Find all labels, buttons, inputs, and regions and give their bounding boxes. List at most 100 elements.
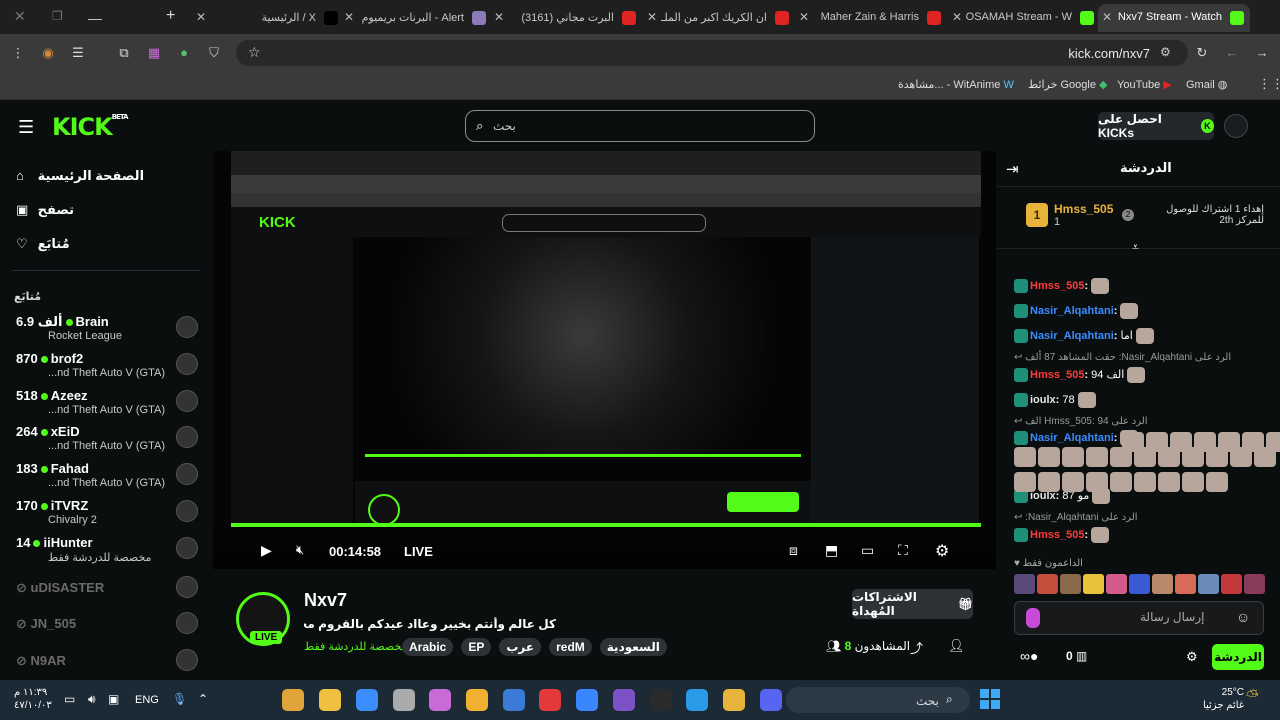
share-icon[interactable]: ⤴ bbox=[910, 638, 923, 657]
mic-icon[interactable] bbox=[1026, 608, 1040, 628]
home-nav[interactable]: ⌂ الصفحة الرئيسية bbox=[16, 168, 144, 184]
mini-player-button[interactable]: ▭ bbox=[861, 542, 874, 559]
search-input[interactable] bbox=[465, 110, 815, 142]
address-bar[interactable] bbox=[236, 40, 1188, 66]
vs-icon[interactable] bbox=[613, 689, 635, 711]
theater-mode-button[interactable]: ⬒ bbox=[825, 542, 838, 559]
dropbox-icon[interactable] bbox=[576, 689, 598, 711]
back-icon[interactable]: → bbox=[1254, 45, 1270, 61]
supporter-avatar[interactable] bbox=[1106, 574, 1127, 594]
bookmark-gmail[interactable]: Gmail ◍ bbox=[1186, 78, 1227, 91]
window-close-button[interactable]: ✕ bbox=[14, 8, 26, 25]
extension-shield-icon[interactable]: ⛉ bbox=[206, 45, 222, 61]
bookmark-star-icon[interactable]: ☆ bbox=[248, 44, 261, 61]
follow-user-icon[interactable]: 👤︎ bbox=[948, 638, 965, 654]
tab-search-icon[interactable]: ☰ bbox=[70, 45, 86, 61]
supporter-avatar[interactable] bbox=[1060, 574, 1081, 594]
mic-taskbar-icon[interactable]: 🎙︎ bbox=[172, 692, 187, 706]
browser-tab[interactable]: ✕ Nxv7 Stream - Watch bbox=[1098, 4, 1250, 32]
get-kicks-button[interactable]: احصل على KICKs K bbox=[1098, 112, 1214, 140]
chat-input[interactable] bbox=[1014, 601, 1264, 635]
clock[interactable]: ١١:٣٩ م ٤٧/١٠/٠٣ bbox=[14, 686, 52, 712]
network-icon[interactable]: ▣ bbox=[108, 692, 119, 706]
supporter-avatar[interactable] bbox=[1037, 574, 1058, 594]
stream-category[interactable]: مخصصة للدردشة فقط bbox=[304, 640, 407, 653]
supporter-avatar[interactable] bbox=[1129, 574, 1150, 594]
tray-overflow-icon[interactable]: ⌃ bbox=[198, 692, 208, 706]
app-grey-icon[interactable] bbox=[393, 689, 415, 711]
forward-icon[interactable]: ← bbox=[1224, 45, 1240, 61]
following-nav[interactable]: ♡ مُتابَع bbox=[16, 236, 70, 252]
browser-tab[interactable]: ✕ البرنات بريميوم - Alert bbox=[340, 4, 492, 32]
anydesk-icon[interactable] bbox=[539, 689, 561, 711]
kick-points[interactable]: 0 ▥ bbox=[1066, 649, 1087, 663]
supporter-avatar[interactable] bbox=[1083, 574, 1104, 594]
menu-dots-icon[interactable]: ⋮ bbox=[10, 45, 26, 61]
battery-icon[interactable]: ▭ bbox=[64, 692, 75, 706]
store-bag-icon[interactable] bbox=[466, 689, 488, 711]
extension-green-icon[interactable]: ● bbox=[176, 45, 192, 61]
chat-message[interactable]: Hmss_505: 94 الف bbox=[1014, 367, 1146, 383]
browser-tab[interactable]: ✕ الرئيسية / X bbox=[192, 4, 344, 32]
reload-icon[interactable]: ↻ bbox=[1194, 45, 1210, 61]
chat-message[interactable]: Nasir_Alqahtani: bbox=[1014, 303, 1139, 319]
top-gifter[interactable]: 1 Hmss_505 1 bbox=[1026, 202, 1113, 228]
stream-tag[interactable]: Arabic bbox=[402, 638, 454, 656]
supporter-avatar[interactable] bbox=[1198, 574, 1219, 594]
play-button[interactable]: ▶ bbox=[261, 542, 272, 559]
copilot-icon[interactable] bbox=[429, 689, 451, 711]
bookmark-maps[interactable]: خرائط Google ◆ bbox=[1028, 78, 1108, 91]
supporter-avatar[interactable] bbox=[1175, 574, 1196, 594]
emoji-icon[interactable]: ☺ bbox=[1236, 609, 1250, 625]
search-icon[interactable]: ⌕ bbox=[476, 118, 483, 134]
supporter-avatar[interactable] bbox=[1221, 574, 1242, 594]
epic-games-icon[interactable] bbox=[650, 689, 672, 711]
site-settings-icon[interactable]: ⚙ bbox=[1160, 45, 1171, 59]
browser-tab[interactable]: ✕ ان الكريك اكبر من الملـ bbox=[643, 4, 795, 32]
store-icon[interactable] bbox=[356, 689, 378, 711]
collapse-chat-icon[interactable]: ⇥ bbox=[1006, 160, 1019, 178]
kick-logo[interactable]: KICKBETA bbox=[52, 113, 129, 141]
app-yellow-icon[interactable] bbox=[319, 689, 341, 711]
mute-button[interactable]: 🔇︎ bbox=[296, 542, 304, 558]
supporter-avatar[interactable] bbox=[1244, 574, 1265, 594]
hamburger-menu-icon[interactable]: ☰ bbox=[18, 117, 34, 138]
chrome-icon[interactable] bbox=[723, 689, 745, 711]
chat-message[interactable]: ioulx: 78 bbox=[1014, 392, 1096, 408]
channel-name[interactable]: Nxv7 bbox=[304, 590, 347, 611]
profile-avatar-icon[interactable]: ◉ bbox=[40, 45, 56, 61]
settings-gear-icon[interactable]: ⚙ bbox=[935, 541, 949, 561]
user-avatar[interactable] bbox=[1224, 114, 1248, 138]
chat-settings-icon[interactable]: ⚙ bbox=[1186, 649, 1198, 665]
outlook-icon[interactable] bbox=[503, 689, 525, 711]
browser-tab[interactable]: ✕ (3161) البرت مجاني bbox=[490, 4, 642, 32]
weather-widget[interactable]: 25°C غائم جزئيا bbox=[1203, 686, 1244, 712]
chat-send-button[interactable]: الدردشة bbox=[1212, 644, 1264, 670]
minimize-button[interactable]: — bbox=[88, 10, 102, 26]
discord-icon[interactable] bbox=[760, 689, 782, 711]
supporter-avatar[interactable] bbox=[1152, 574, 1173, 594]
browse-nav[interactable]: ▣ تصفح bbox=[16, 202, 74, 218]
chat-message[interactable]: Nasir_Alqahtani: اما bbox=[1014, 328, 1154, 344]
fullscreen-button[interactable]: ⛶ bbox=[898, 542, 908, 559]
browser-tab[interactable]: ✕ OSAMAH Stream - W bbox=[948, 4, 1100, 32]
windows-start-icon[interactable] bbox=[980, 689, 1000, 709]
bookmark-witanime[interactable]: مشاهدة... - WitAnime W bbox=[898, 78, 1014, 91]
expand-pinned-icon[interactable]: ⩡ bbox=[1132, 240, 1139, 255]
chat-message[interactable]: Hmss_505: bbox=[1014, 278, 1110, 294]
extension-puzzle-icon[interactable]: ⧉ bbox=[116, 45, 132, 61]
gift-subs-button[interactable]: الاشتراكات المُهداة 🎁︎ bbox=[852, 589, 973, 619]
new-tab-button[interactable]: + bbox=[166, 7, 175, 25]
stream-tag[interactable]: redM bbox=[549, 638, 592, 656]
stream-tag[interactable]: EP bbox=[461, 638, 492, 656]
chat-message[interactable]: Hmss_505: bbox=[1014, 527, 1110, 543]
browser-tab[interactable]: ✕ Maher Zain & Harris bbox=[795, 4, 947, 32]
app-mgmt-icon[interactable] bbox=[282, 689, 304, 711]
restore-button[interactable]: ❐ bbox=[52, 9, 63, 23]
extension-grid-icon[interactable]: ▦ bbox=[146, 45, 162, 61]
clip-button[interactable]: ⧈ bbox=[789, 542, 798, 559]
chat-message[interactable]: Nasir_Alqahtani: bbox=[1014, 430, 1139, 446]
volume-icon[interactable]: 🔊︎ bbox=[88, 692, 96, 707]
stream-tag[interactable]: عرب bbox=[499, 638, 542, 656]
supporter-avatar[interactable] bbox=[1014, 574, 1035, 594]
